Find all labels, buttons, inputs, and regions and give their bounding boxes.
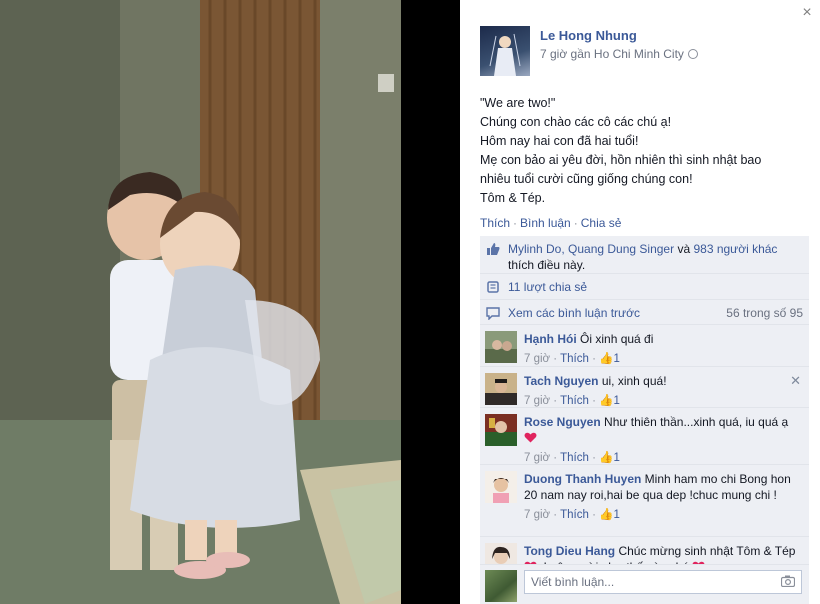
post-time-location[interactable]: 7 giờ gần Ho Chi Minh City (540, 47, 684, 61)
feedback-box: Mylinh Do, Quang Dung Singer và 983 ngườ… (480, 236, 809, 577)
viewer-avatar[interactable] (485, 570, 517, 602)
likes-suffix: thích điều này. (508, 258, 586, 272)
commenter-name[interactable]: Tach Nguyen (524, 374, 598, 388)
photo[interactable] (0, 0, 401, 604)
thumbs-up-icon[interactable]: 👍 (599, 452, 613, 464)
commenter-avatar[interactable] (485, 373, 517, 405)
comment-text: Như thiên thần...xinh quá, iu quá ạ (604, 415, 789, 429)
author-avatar-image (489, 33, 521, 76)
comment-time[interactable]: 7 giờ (524, 395, 550, 407)
commenter-name[interactable]: Duong Thanh Huyen (524, 472, 641, 486)
photo-image (0, 0, 401, 604)
comment-text: Ôi xinh quá đi (580, 332, 654, 346)
comment-icon (486, 307, 500, 320)
comment-like-link[interactable]: Thích (560, 509, 589, 521)
comment-like-count[interactable]: 1 (613, 395, 619, 407)
comment-time[interactable]: 7 giờ (524, 353, 550, 365)
caption-line: Hôm nay hai con đã hai tuổi! (480, 134, 639, 148)
thumbs-up-icon[interactable]: 👍 (599, 509, 613, 521)
comment-like-link[interactable]: Thích (560, 452, 589, 464)
comment-text: ui, xinh quá! (601, 374, 667, 388)
heart-icon (524, 432, 537, 443)
commenter-avatar[interactable] (485, 471, 517, 503)
like-link[interactable]: Thích (480, 216, 510, 230)
photo-stage (0, 0, 460, 604)
caption-line: Chúng con chào các cô các chú ạ! (480, 115, 672, 129)
author-name[interactable]: Le Hong Nhung (540, 28, 698, 43)
comment-count: 56 trong số 95 (726, 306, 803, 320)
comment-time[interactable]: 7 giờ (524, 452, 550, 464)
caption-line: Tôm & Tép. (480, 191, 546, 205)
commenter-name[interactable]: Tong Dieu Hang (524, 544, 615, 558)
shares-row[interactable]: 11 lượt chia sẻ (480, 274, 809, 300)
comment-text: Chúc mừng sinh nhật Tôm & Tép (618, 544, 796, 558)
post-panel: × Le Hong Nhung 7 giờ gần Ho Chi Minh Ci… (460, 0, 820, 604)
commenter-name[interactable]: Rose Nguyen (524, 415, 601, 429)
view-more-row[interactable]: Xem các bình luận trước 56 trong số 95 (480, 300, 809, 325)
commenter-avatar[interactable] (485, 331, 517, 363)
comment-input[interactable] (524, 570, 802, 594)
comment-item: Tach Nguyen ui, xinh quá! 7 giờ · Thích … (480, 367, 809, 408)
post-author: Le Hong Nhung 7 giờ gần Ho Chi Minh City (480, 26, 698, 76)
separator: · (513, 216, 518, 230)
caption-line: nhiêu tuổi cười cũng giống chúng con! (480, 172, 693, 186)
globe-icon[interactable] (687, 49, 698, 59)
thumbs-up-icon[interactable]: 👍 (599, 353, 613, 365)
comment-like-count[interactable]: 1 (613, 509, 619, 521)
view-more-comments[interactable]: Xem các bình luận trước (508, 306, 640, 320)
post-actions: Thích · Bình luận · Chia sẻ (480, 216, 621, 230)
thumbs-up-icon (487, 243, 500, 255)
post-meta: 7 giờ gần Ho Chi Minh City (540, 47, 698, 61)
comment-item: Rose Nguyen Như thiên thần...xinh quá, i… (480, 408, 809, 465)
likes-summary: Mylinh Do, Quang Dung Singer và 983 ngườ… (480, 236, 809, 274)
likers-others[interactable]: 983 người khác (693, 242, 777, 256)
commenter-name[interactable]: Hạnh Hói (524, 332, 577, 346)
share-icon (487, 281, 499, 293)
likes-and: và (677, 242, 691, 256)
comment-like-link[interactable]: Thích (560, 395, 589, 407)
comment-item: Duong Thanh Huyen Minh ham mo chi Bong h… (480, 465, 809, 537)
shares-count[interactable]: 11 lượt chia sẻ (508, 280, 587, 294)
caption-line: Mẹ con bảo ai yêu đời, hồn nhiên thì sin… (480, 153, 762, 167)
comment-item: Hạnh Hói Ôi xinh quá đi 7 giờ · Thích · … (480, 325, 809, 367)
author-avatar[interactable] (480, 26, 530, 76)
share-link[interactable]: Chia sẻ (581, 216, 622, 230)
comment-link[interactable]: Bình luận (520, 216, 571, 230)
caption-line: "We are two!" (480, 96, 556, 110)
comment-like-link[interactable]: Thích (560, 353, 589, 365)
comment-like-count[interactable]: 1 (613, 452, 619, 464)
likers-names[interactable]: Mylinh Do, Quang Dung Singer (508, 242, 674, 256)
commenter-avatar[interactable] (485, 414, 517, 446)
thumbs-up-icon[interactable]: 👍 (599, 395, 613, 407)
post-caption: "We are two!" Chúng con chào các cô các … (480, 94, 810, 208)
write-comment-bar (480, 564, 809, 604)
separator: · (573, 216, 578, 230)
camera-icon[interactable] (781, 575, 795, 587)
comment-time[interactable]: 7 giờ (524, 509, 550, 521)
close-icon[interactable]: × (800, 5, 814, 21)
delete-comment-icon[interactable]: ✕ (790, 373, 801, 389)
comment-like-count[interactable]: 1 (613, 353, 619, 365)
